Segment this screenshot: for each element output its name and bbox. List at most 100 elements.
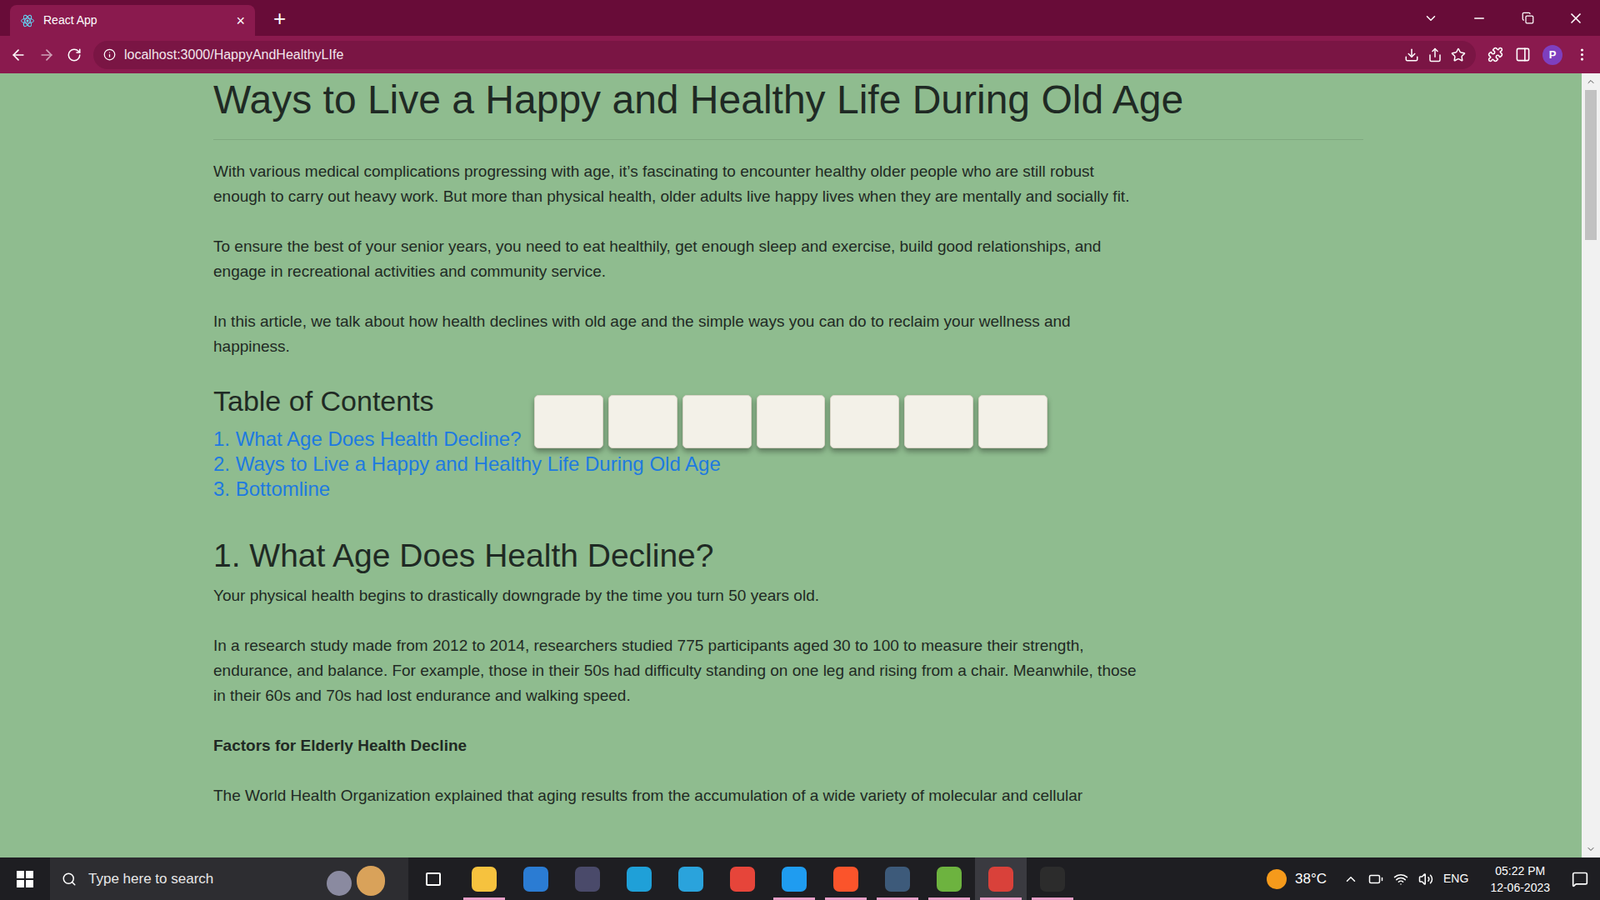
tab-search-button[interactable] (1406, 10, 1455, 26)
new-tab-button[interactable]: + (273, 7, 286, 30)
terminal-icon (1040, 866, 1065, 892)
tab-title: React App (43, 11, 228, 30)
address-bar[interactable]: localhost:3000/HappyAndHealthyLIfe (93, 40, 1476, 70)
taskbar-search[interactable]: Type here to search (50, 857, 409, 900)
article: Ways to Live a Happy and Healthy Life Du… (0, 73, 1582, 858)
minimize-icon (1471, 10, 1487, 26)
notifications-button[interactable] (1560, 857, 1600, 900)
temperature: 38°C (1295, 868, 1327, 890)
running-indicator (876, 897, 919, 900)
weather[interactable]: 38°C (1266, 868, 1344, 890)
taskbar-app[interactable] (871, 857, 924, 900)
profile-avatar[interactable]: P (1542, 45, 1563, 65)
battery-icon[interactable] (1368, 871, 1384, 887)
minimize-button[interactable] (1455, 10, 1504, 26)
share-icon[interactable] (1427, 47, 1443, 63)
taskbar-app[interactable] (665, 857, 717, 900)
telegram-icon (678, 866, 704, 892)
taskbar: Type here to search 38°C ENG 05:22 PM12-06-… (0, 857, 1600, 900)
section-heading: 1. What Age Does Health Decline? (213, 535, 1582, 575)
taskbar-app[interactable] (923, 857, 975, 900)
restore-icon (1521, 11, 1535, 25)
taskbar-app[interactable] (975, 857, 1027, 900)
address-text: localhost:3000/HappyAndHealthyLIfe (124, 45, 344, 65)
taskbar-app[interactable] (458, 857, 510, 900)
site-info-icon[interactable] (103, 48, 116, 61)
spring-tool-suite-icon (936, 866, 962, 892)
toolbar: localhost:3000/HappyAndHealthyLIfe P (0, 35, 1600, 74)
toc-link[interactable]: 3. Bottomline (213, 476, 330, 502)
running-indicator (980, 897, 1022, 900)
running-indicator (1031, 897, 1074, 900)
volume-icon[interactable] (1418, 871, 1434, 887)
chrome-icon (730, 866, 755, 892)
back-icon[interactable] (10, 46, 27, 64)
mysql-workbench-icon (885, 866, 910, 892)
wifi-icon[interactable] (1393, 871, 1409, 887)
install-icon[interactable] (1404, 47, 1420, 63)
intro-paragraph: In this article, we talk about how healt… (213, 309, 1151, 360)
article-title: Ways to Live a Happy and Healthy Life Du… (213, 75, 1364, 140)
taskbar-app[interactable] (613, 857, 665, 900)
table-of-contents: Table of Contents1. What Age Does Health… (213, 384, 1582, 502)
taskbar-app[interactable] (768, 857, 820, 900)
time: 05:22 PM (1495, 862, 1545, 880)
extensions-icon[interactable] (1487, 46, 1504, 63)
taskbar-app[interactable] (510, 857, 562, 900)
intro-paragraph: With various medical complications progr… (213, 159, 1151, 210)
scroll-down-icon[interactable] (1585, 844, 1596, 855)
scrollbar[interactable] (1581, 73, 1600, 858)
toc-link[interactable]: 2. Ways to Live a Happy and Healthy Life… (213, 451, 721, 477)
bookmark-star-icon[interactable] (1450, 47, 1466, 63)
tile (978, 395, 1048, 449)
scroll-up-icon[interactable] (1585, 76, 1596, 87)
file-explorer-icon (471, 866, 497, 892)
search-placeholder: Type here to search (88, 868, 315, 890)
tray-overflow-icon[interactable] (1343, 871, 1359, 887)
eclipse-icon (575, 866, 600, 892)
windows-logo-icon (16, 870, 34, 888)
search-icon (61, 871, 77, 887)
tab-close-button[interactable]: × (235, 13, 245, 29)
browser-tab[interactable]: React App × (10, 5, 255, 36)
section-paragraph: The World Health Organization explained … (213, 783, 1582, 809)
running-indicator (928, 897, 970, 900)
section-subheading: Factors for Elderly Health Decline (213, 733, 1582, 759)
tile (534, 395, 604, 449)
tile (608, 395, 678, 449)
react-logo-icon (20, 13, 35, 29)
date: 12-06-2023 (1490, 879, 1550, 896)
mail-icon (523, 866, 549, 892)
language[interactable]: ENG (1443, 870, 1469, 888)
taskbar-app[interactable] (1026, 857, 1079, 900)
restore-button[interactable] (1503, 11, 1552, 25)
scrollbar-thumb[interactable] (1585, 90, 1597, 240)
tile (904, 395, 974, 449)
taskbar-app[interactable] (561, 857, 614, 900)
toc-link[interactable]: 1. What Age Does Health Decline? (213, 426, 522, 452)
vscode-icon (781, 866, 807, 892)
running-indicator (463, 897, 505, 900)
taskbar-app[interactable] (820, 857, 872, 900)
healthy-tiles-image (532, 393, 1050, 450)
tile (830, 395, 900, 449)
tab-strip: React App × + (0, 0, 1600, 36)
task-view-button[interactable] (408, 857, 459, 900)
reload-icon[interactable] (66, 47, 82, 63)
menu-icon[interactable] (1574, 46, 1590, 63)
tile (682, 395, 752, 449)
brave-icon (833, 866, 859, 892)
chevron-down-icon (1423, 10, 1439, 26)
running-indicator (825, 897, 867, 900)
section-paragraph: In a research study made from 2012 to 20… (213, 633, 1151, 709)
taskbar-app[interactable] (716, 857, 769, 900)
forward-icon[interactable] (38, 46, 55, 64)
side-panel-icon[interactable] (1515, 46, 1531, 63)
start-button[interactable] (0, 857, 50, 900)
notification-icon (1571, 870, 1589, 888)
sun-icon (1266, 869, 1287, 890)
clock[interactable]: 05:22 PM12-06-2023 (1480, 862, 1560, 896)
system-tray: ENG (1343, 870, 1480, 888)
page-viewport: Ways to Live a Happy and Healthy Life Du… (0, 73, 1600, 858)
close-button[interactable] (1551, 10, 1600, 27)
